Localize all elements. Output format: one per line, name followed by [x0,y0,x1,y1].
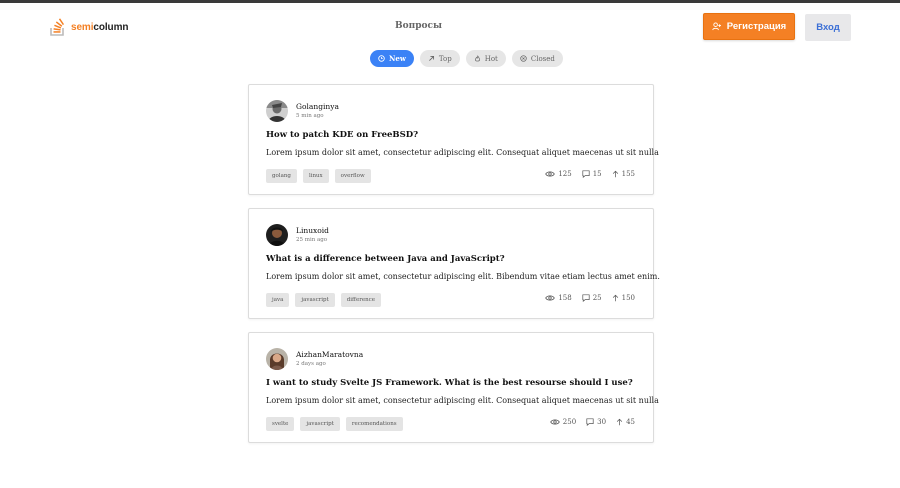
question-title[interactable]: How to patch KDE on FreeBSD? [266,130,418,140]
eye-icon [545,171,556,177]
avatar[interactable] [266,224,288,246]
comments-count: 15 [592,170,602,178]
question-filters: New Top Hot Closed [370,50,563,67]
filter-top-label: Top [438,54,452,63]
tag[interactable]: difference [340,293,381,307]
close-circle-icon [520,55,527,62]
filter-new[interactable]: New [370,50,414,67]
filter-top[interactable]: Top [419,50,460,67]
register-button-label: Регистрация [726,21,787,32]
question-stats: 125 15 155 [545,170,635,178]
tag[interactable]: recomendations [345,417,403,431]
comment-icon [586,418,594,426]
tag-list: golang linux overflow [266,169,371,183]
question-card[interactable]: AizhanMaratovna 2 days ago I want to stu… [248,332,659,443]
author-name[interactable]: Golanginya [296,102,339,111]
avatar[interactable] [266,348,288,370]
author-name[interactable]: Linuxoid [296,226,329,235]
question-excerpt: Lorem ipsum dolor sit amet, consectetur … [266,148,659,157]
filter-hot-label: Hot [484,54,498,63]
arrow-up-icon [616,418,623,426]
votes-stat[interactable]: 155 [612,170,635,178]
tag[interactable]: svelte [266,417,295,431]
votes-stat[interactable]: 45 [616,418,635,426]
question-title[interactable]: What is a difference between Java and Ja… [266,254,505,264]
post-time: 25 min ago [296,237,328,243]
site-header: semicolumn Вопросы Регистрация Вход [0,3,900,49]
question-excerpt: Lorem ipsum dolor sit amet, consectetur … [266,396,659,405]
tag[interactable]: java [266,293,290,307]
register-button[interactable]: Регистрация [703,13,795,40]
logo[interactable]: semicolumn [50,18,128,36]
login-button[interactable]: Вход [805,14,851,41]
tag-list: java javascript difference [266,293,381,307]
tag-list: svelte javascript recomendations [266,417,403,431]
comments-stat: 25 [582,294,602,302]
views-count: 250 [562,418,577,426]
user-add-icon [712,22,721,31]
views-count: 158 [558,294,572,302]
comments-stat: 15 [582,170,602,178]
author-name[interactable]: AizhanMaratovna [296,350,363,359]
question-list: Golanginya 5 min ago How to patch KDE on… [248,84,660,456]
question-excerpt: Lorem ipsum dolor sit amet, consectetur … [266,272,660,281]
arrow-up-icon [612,170,618,178]
eye-icon [545,295,556,301]
views-count: 125 [558,170,572,178]
filter-closed-label: Closed [530,54,555,63]
question-card[interactable]: Golanginya 5 min ago How to patch KDE on… [248,84,659,195]
views-stat: 250 [550,418,576,426]
votes-count: 150 [621,294,635,302]
question-card[interactable]: Linuxoid 25 min ago What is a difference… [248,208,660,319]
tag[interactable]: golang [266,169,297,183]
clock-icon [378,55,385,62]
question-stats: 158 25 150 [545,294,635,302]
question-title[interactable]: I want to study Svelte JS Framework. Wha… [266,378,633,388]
votes-stat[interactable]: 150 [612,294,635,302]
comments-stat: 30 [586,418,606,426]
comment-icon [582,294,590,302]
post-time: 2 days ago [296,361,326,367]
logo-text: semicolumn [71,22,128,33]
tag[interactable]: javascript [295,293,335,307]
nav-questions-link[interactable]: Вопросы [395,21,442,31]
tag[interactable]: javascript [300,417,340,431]
views-stat: 158 [545,294,572,302]
arrow-up-icon [612,294,618,302]
comment-icon [582,170,590,178]
arrow-up-right-icon [428,55,434,61]
votes-count: 45 [626,418,635,426]
post-time: 5 min ago [296,113,324,119]
views-stat: 125 [545,170,572,178]
filter-hot[interactable]: Hot [465,50,506,67]
comments-count: 25 [592,294,602,302]
stack-logo-icon [50,18,65,36]
flame-icon [474,55,480,62]
filter-new-label: New [389,54,406,63]
tag[interactable]: overflow [334,169,371,183]
logo-text-part2: column [93,21,129,33]
avatar[interactable] [266,100,288,122]
comments-count: 30 [597,418,607,426]
tag[interactable]: linux [302,169,329,183]
votes-count: 155 [621,170,635,178]
filter-closed[interactable]: Closed [511,50,563,67]
question-stats: 250 30 45 [550,418,635,426]
logo-text-part1: semi [71,21,94,33]
eye-icon [550,419,560,425]
